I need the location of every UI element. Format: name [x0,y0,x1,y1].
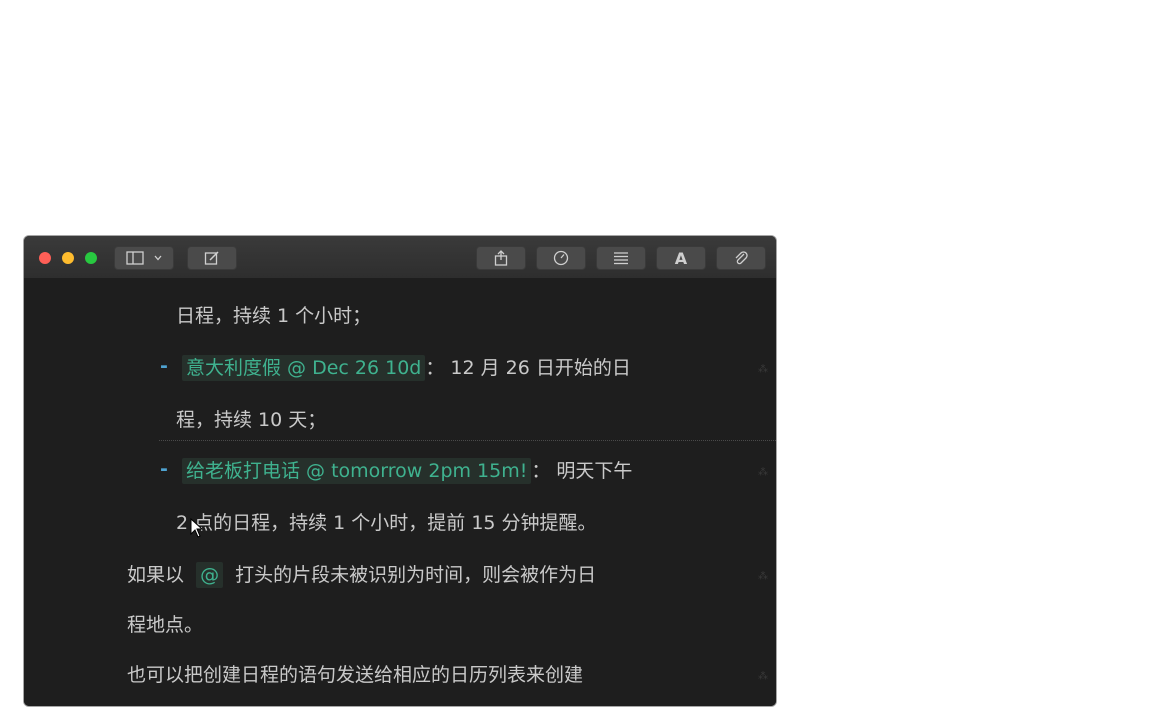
share-icon [494,250,508,266]
gutter-mark: ⁂ [758,364,768,375]
list-item-text: ： 明天下午 [531,460,633,482]
toolbar: A [24,236,776,279]
gutter-mark: ⁂ [758,571,768,582]
list-item: 意大利度假 @ Dec 26 10d： 12 月 26 日开始的日 [182,355,631,381]
font-label: A [674,248,688,268]
gutter-mark: ⁂ [758,467,768,478]
compose-button[interactable] [187,246,237,270]
chevron-down-icon [154,255,162,261]
text-line: 程，持续 10 天； [176,409,327,431]
paragraph-text: 打头的片段未被识别为时间，则会被作为日 [235,564,597,586]
attach-button[interactable] [716,246,766,270]
at-tag: @ [196,562,224,588]
list-icon [613,251,629,265]
compose-icon [204,250,220,266]
editor-content[interactable]: 日程，持续 1 个小时； - 意大利度假 @ Dec 26 10d： 12 月 … [24,278,776,706]
zoom-button[interactable] [85,252,97,264]
event-tag[interactable]: 给老板打电话 @ tomorrow 2pm 15m! [182,458,532,484]
share-button[interactable] [476,246,526,270]
text-line: 日程，持续 1 个小时； [176,305,372,327]
list-button[interactable] [596,246,646,270]
paragraph-line: 也可以把创建日程的语句发送给相应的日历列表来创建 [127,664,584,686]
list-bullet: - [160,458,168,480]
paperclip-icon [733,250,749,266]
gutter-mark: ⁂ [758,671,768,682]
editor-window: A 日程，持续 1 个小时； - 意大利度假 @ Dec 26 10d： 12 … [24,236,776,706]
gauge-icon [552,250,570,266]
close-button[interactable] [39,252,51,264]
sidebar-icon [126,251,144,265]
paragraph-line: 如果以 @ 打头的片段未被识别为时间，则会被作为日 [127,562,596,588]
minimize-button[interactable] [62,252,74,264]
paragraph-text: 如果以 [127,564,185,586]
text-line: 2 点的日程，持续 1 个小时，提前 15 分钟提醒。 [176,512,597,534]
list-item-text: ： 12 月 26 日开始的日 [425,357,631,379]
divider [159,440,776,441]
mouse-pointer-icon [190,517,204,543]
list-bullet: - [160,355,168,377]
stats-button[interactable] [536,246,586,270]
list-item: 给老板打电话 @ tomorrow 2pm 15m!： 明天下午 [182,458,632,484]
paragraph-line: 程地点。 [127,614,204,636]
sidebar-toggle-button[interactable] [114,246,174,270]
font-button[interactable]: A [656,246,706,270]
event-tag[interactable]: 意大利度假 @ Dec 26 10d [182,355,426,381]
